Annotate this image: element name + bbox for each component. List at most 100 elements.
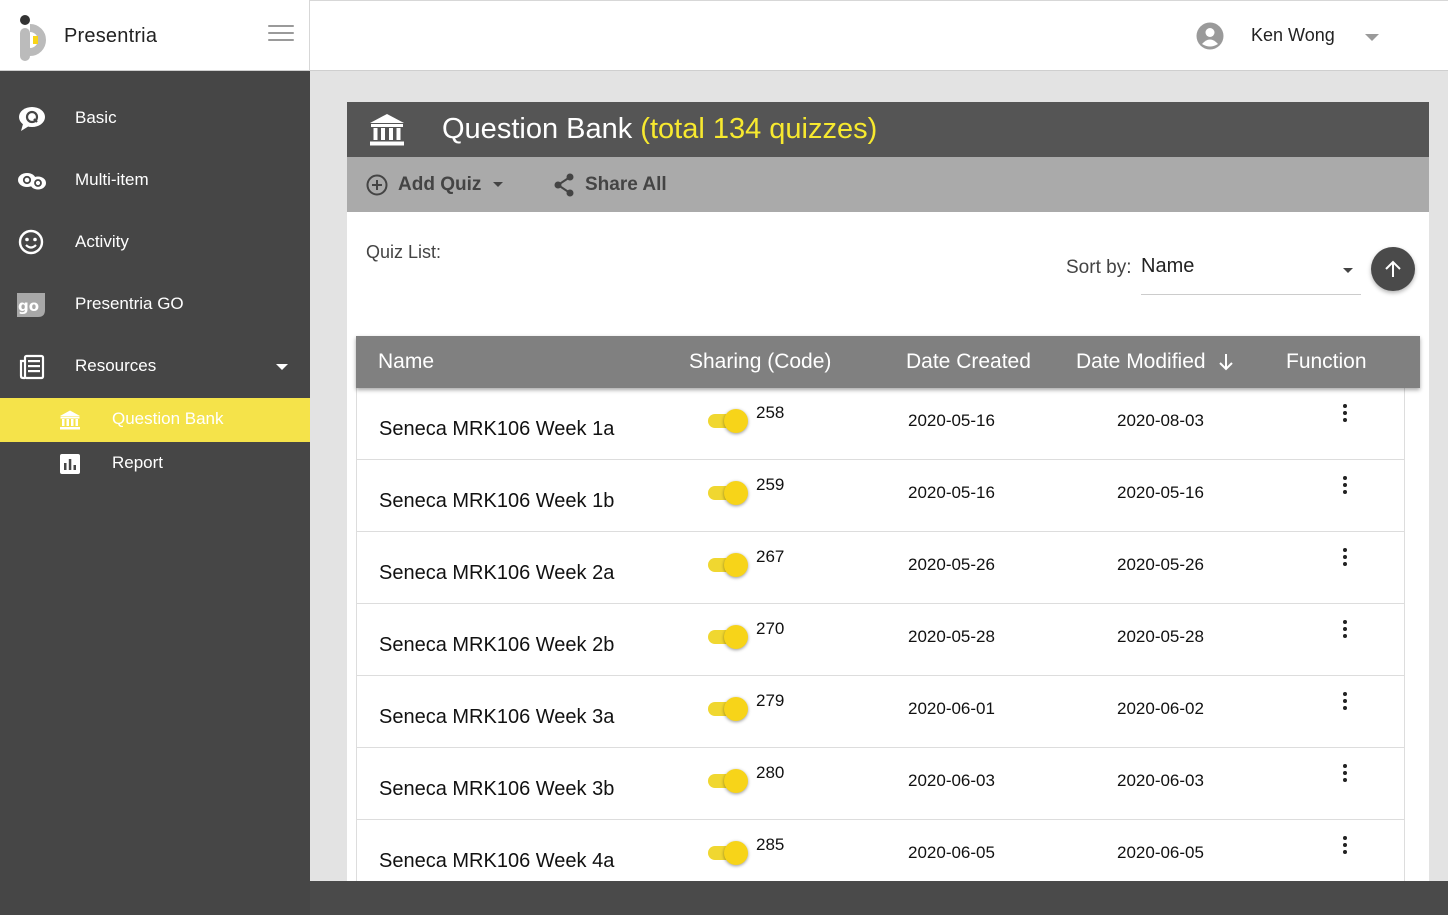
more-options-icon[interactable] — [1333, 762, 1357, 786]
sharing-toggle[interactable] — [708, 408, 750, 433]
bank-icon — [370, 114, 404, 146]
sidebar-item-basic[interactable]: Basic — [0, 88, 310, 150]
bank-icon — [60, 410, 80, 430]
menu-toggle-icon[interactable] — [268, 25, 294, 43]
sort-by-value: Name — [1141, 255, 1195, 277]
brand-name: Presentria — [64, 25, 158, 47]
column-header-date-modified[interactable]: Date Modified — [1076, 350, 1235, 374]
card-toolbar: Add Quiz Share All — [347, 157, 1429, 212]
more-options-icon[interactable] — [1333, 834, 1357, 858]
column-header-date-created[interactable]: Date Created — [906, 350, 1031, 374]
quiz-name: Seneca MRK106 Week 1a — [379, 418, 615, 440]
sort-by-select[interactable]: Name — [1141, 247, 1361, 295]
date-created: 2020-05-26 — [908, 555, 995, 574]
user-avatar-icon[interactable] — [1196, 22, 1224, 50]
sharing-code: 270 — [756, 619, 785, 638]
sharing-toggle[interactable] — [708, 480, 750, 505]
sort-by-label: Sort by: — [1066, 257, 1132, 278]
date-created: 2020-05-16 — [908, 483, 995, 502]
sharing-code: 280 — [756, 763, 785, 782]
page-title: Question Bank (total 134 quizzes) — [442, 113, 877, 146]
column-header-name[interactable]: Name — [378, 350, 434, 374]
sidebar: Presentria Basic Multi-item Activity go … — [0, 0, 310, 915]
sidebar-subitem-report[interactable]: Report — [0, 442, 310, 486]
sidebar-item-label: Presentria GO — [75, 294, 184, 313]
date-modified: 2020-05-16 — [1117, 483, 1204, 502]
table-row[interactable]: Seneca MRK106 Week 2b 270 2020-05-28 202… — [357, 604, 1404, 676]
table-row[interactable]: Seneca MRK106 Week 4a 285 2020-06-05 202… — [357, 820, 1404, 881]
sort-direction-button[interactable] — [1371, 247, 1415, 291]
sharing-toggle[interactable] — [708, 768, 750, 793]
date-created: 2020-06-01 — [908, 699, 995, 718]
sharing-code: 279 — [756, 691, 785, 710]
share-all-button[interactable]: Share All — [553, 157, 667, 212]
add-circle-icon — [366, 174, 388, 195]
chat-bubble-q-icon — [19, 107, 45, 131]
sharing-toggle[interactable] — [708, 552, 750, 577]
sidebar-subitem-label: Report — [112, 453, 164, 472]
more-options-icon[interactable] — [1333, 690, 1357, 714]
newspaper-icon — [19, 354, 45, 380]
share-all-label: Share All — [585, 173, 667, 195]
go-icon: go — [17, 293, 45, 317]
date-created: 2020-05-16 — [908, 411, 995, 430]
quiz-table-header: Name Sharing (Code) Date Created Date Mo… — [356, 336, 1420, 388]
sidebar-item-label: Basic — [75, 108, 117, 127]
arrow-up-icon — [1385, 260, 1401, 277]
table-row[interactable]: Seneca MRK106 Week 2a 267 2020-05-26 202… — [357, 532, 1404, 604]
sharing-toggle[interactable] — [708, 624, 750, 649]
date-created: 2020-05-28 — [908, 627, 995, 646]
quiz-name: Seneca MRK106 Week 2a — [379, 562, 615, 584]
column-header-date-modified-label: Date Modified — [1076, 350, 1206, 373]
sharing-code: 258 — [756, 403, 785, 422]
sidebar-subitem-question-bank[interactable]: Question Bank — [0, 398, 310, 442]
quiz-total-count: (total 134 quizzes) — [640, 113, 878, 145]
column-header-function: Function — [1286, 350, 1367, 373]
sharing-code: 259 — [756, 475, 785, 494]
table-row[interactable]: Seneca MRK106 Week 3a 279 2020-06-01 202… — [357, 676, 1404, 748]
more-options-icon[interactable] — [1333, 402, 1357, 426]
share-icon — [554, 173, 574, 196]
quiz-name: Seneca MRK106 Week 2b — [379, 634, 615, 656]
sharing-toggle[interactable] — [708, 840, 750, 865]
sidebar-item-presentria-go[interactable]: go Presentria GO — [0, 274, 310, 336]
quiz-name: Seneca MRK106 Week 3a — [379, 706, 615, 728]
date-modified: 2020-05-26 — [1117, 555, 1204, 574]
date-modified: 2020-08-03 — [1117, 411, 1204, 430]
more-options-icon[interactable] — [1333, 474, 1357, 498]
date-modified: 2020-05-28 — [1117, 627, 1204, 646]
brand-bar: Presentria — [0, 0, 310, 71]
sharing-toggle[interactable] — [708, 696, 750, 721]
column-header-sharing[interactable]: Sharing (Code) — [689, 350, 831, 374]
svg-text:go: go — [18, 297, 39, 315]
quiz-list-label: Quiz List: — [366, 242, 442, 262]
card-header: Question Bank (total 134 quizzes) — [347, 102, 1429, 157]
table-row[interactable]: Seneca MRK106 Week 1a 258 2020-05-16 202… — [357, 388, 1404, 460]
user-menu-chevron-down-icon[interactable] — [1365, 34, 1379, 41]
table-row[interactable]: Seneca MRK106 Week 1b 259 2020-05-16 202… — [357, 460, 1404, 532]
bar-chart-icon — [60, 454, 80, 474]
sidebar-subitem-label: Question Bank — [112, 409, 224, 428]
quiz-name: Seneca MRK106 Week 4a — [379, 850, 615, 872]
add-quiz-label: Add Quiz — [398, 173, 482, 195]
add-quiz-button[interactable]: Add Quiz — [366, 157, 504, 212]
page-title-text: Question Bank — [442, 113, 633, 145]
presentria-logo-icon — [20, 15, 46, 61]
sidebar-item-activity[interactable]: Activity — [0, 212, 310, 274]
user-name[interactable]: Ken Wong — [1251, 25, 1335, 46]
chat-bubbles-q-icon — [18, 173, 46, 190]
sidebar-item-resources[interactable]: Resources — [0, 336, 310, 398]
sharing-code: 267 — [756, 547, 785, 566]
sidebar-nav: Basic Multi-item Activity go Presentria … — [0, 88, 310, 486]
question-bank-card: Question Bank (total 134 quizzes) Add Qu… — [347, 102, 1429, 881]
date-created: 2020-06-03 — [908, 771, 995, 790]
more-options-icon[interactable] — [1333, 546, 1357, 570]
more-options-icon[interactable] — [1333, 618, 1357, 642]
sidebar-item-multi-item[interactable]: Multi-item — [0, 150, 310, 212]
table-row[interactable]: Seneca MRK106 Week 3b 280 2020-06-03 202… — [357, 748, 1404, 820]
smiley-icon — [18, 229, 44, 255]
arrow-down-icon — [1219, 354, 1234, 371]
date-created: 2020-06-05 — [908, 843, 995, 862]
sidebar-item-label: Activity — [75, 232, 129, 251]
quiz-name: Seneca MRK106 Week 1b — [379, 490, 615, 512]
